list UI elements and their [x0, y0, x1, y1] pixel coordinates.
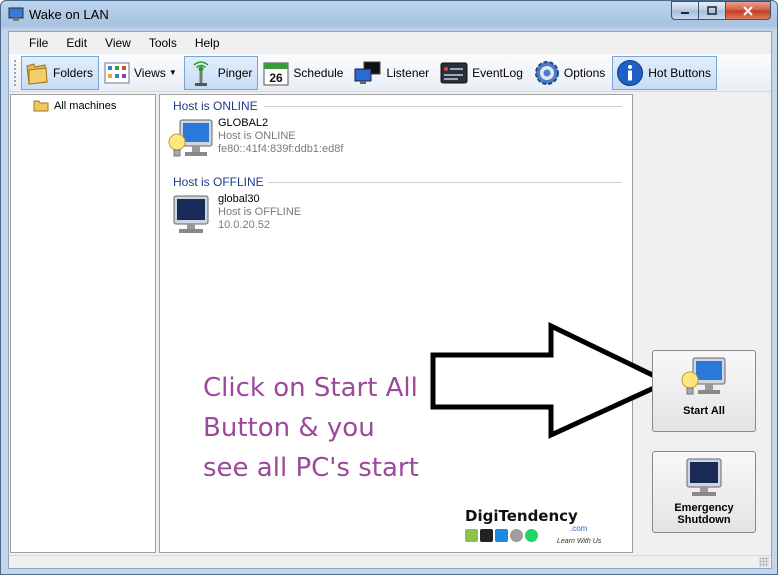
host-name: global30	[218, 193, 260, 205]
windows-icon	[495, 529, 508, 542]
calendar-day: 26	[270, 71, 284, 85]
hot-buttons-button[interactable]: Hot Buttons	[612, 55, 717, 90]
resize-grip[interactable]	[759, 557, 769, 567]
folders-icon	[26, 62, 48, 85]
menu-view[interactable]: View	[97, 32, 141, 54]
emergency-shutdown-button[interactable]: Emergency Shutdown	[652, 451, 756, 533]
pinger-button[interactable]: Pinger	[183, 55, 259, 90]
emergency-label-line1: Emergency	[674, 502, 734, 514]
eventlog-label: EventLog	[472, 65, 523, 80]
group-divider	[264, 106, 622, 107]
views-icon	[104, 62, 130, 83]
pinger-label: Pinger	[217, 65, 253, 80]
folder-icon	[33, 100, 49, 112]
minimize-icon	[681, 11, 689, 14]
log-icon	[440, 62, 468, 83]
platform-icons	[465, 529, 538, 542]
maximize-icon	[707, 5, 717, 15]
schedule-button[interactable]: 26 Schedule	[259, 56, 349, 90]
gear-icon	[534, 60, 559, 85]
host-item-global2[interactable]: GLOBAL2 Host is ONLINE fe80::41f4:839f:d…	[166, 117, 343, 167]
host-status: Host is ONLINE	[218, 130, 296, 142]
monitor-icon	[354, 61, 381, 84]
computer-wake-icon	[681, 357, 726, 395]
listener-button[interactable]: Listener	[350, 56, 435, 90]
host-address: fe80::41f4:839f:ddb1:ed8f	[218, 143, 344, 155]
views-button[interactable]: Views ▼	[100, 56, 183, 90]
brand-domain: .com	[570, 524, 588, 533]
chevron-down-icon: ▼	[168, 68, 177, 77]
instruction-annotation: Click on Start All Button & you see all …	[203, 368, 419, 488]
calendar-icon: 26	[263, 62, 289, 85]
toolbar-grip[interactable]	[13, 58, 17, 87]
folders-button[interactable]: Folders	[21, 55, 100, 90]
computer-online-icon	[168, 119, 213, 157]
window-title: Wake on LAN	[29, 7, 109, 22]
views-label: Views	[134, 65, 166, 80]
brand-watermark: DigiTendency .com Learn With Us	[460, 504, 620, 550]
annotation-line-2: Button & you	[203, 413, 375, 443]
linux-icon	[480, 529, 493, 542]
close-button[interactable]	[725, 1, 771, 20]
info-icon	[617, 59, 644, 86]
menu-tools[interactable]: Tools	[141, 32, 187, 54]
computer-offline-icon	[173, 195, 209, 233]
menu-help[interactable]: Help	[187, 32, 230, 54]
start-all-label: Start All	[683, 405, 725, 417]
menu-bar: File Edit View Tools Help	[9, 32, 771, 54]
computer-shutdown-icon	[686, 458, 722, 496]
hot-buttons-label: Hot Buttons	[648, 65, 711, 80]
brand-name: DigiTendency	[465, 507, 578, 525]
start-all-button[interactable]: Start All	[652, 350, 756, 432]
tree-item-all-machines[interactable]: All machines	[33, 99, 116, 112]
status-bar	[9, 555, 771, 568]
close-icon	[743, 5, 753, 16]
android-icon	[465, 529, 478, 542]
listener-label: Listener	[386, 65, 430, 80]
app-icon	[8, 7, 24, 21]
host-status: Host is OFFLINE	[218, 206, 302, 218]
tree-item-label: All machines	[54, 99, 117, 112]
host-address: 10.0.20.52	[218, 219, 270, 231]
folder-tree[interactable]: All machines	[10, 94, 156, 553]
client-area: File Edit View Tools Help Folders Views …	[8, 31, 772, 569]
minimize-button[interactable]	[671, 1, 698, 20]
options-button[interactable]: Options	[530, 56, 611, 90]
toolbar: Folders Views ▼ Pinger 26 Schedule Liste…	[9, 54, 771, 92]
title-bar: Wake on LAN	[1, 1, 777, 29]
options-label: Options	[563, 65, 606, 80]
group-divider	[268, 182, 622, 183]
group-header-online: Host is ONLINE	[173, 99, 258, 113]
schedule-label: Schedule	[293, 65, 344, 80]
whatsapp-icon	[525, 529, 538, 542]
brand-tagline: Learn With Us	[557, 538, 602, 545]
annotation-line-1: Click on Start All	[203, 373, 418, 403]
apple-icon	[510, 529, 523, 542]
menu-file[interactable]: File	[21, 32, 58, 54]
app-window: Wake on LAN File Edit View Tools Help Fo…	[0, 0, 778, 575]
host-name: GLOBAL2	[218, 117, 269, 129]
folders-label: Folders	[53, 65, 94, 80]
antenna-icon	[193, 60, 209, 86]
eventlog-button[interactable]: EventLog	[436, 56, 529, 90]
group-header-offline: Host is OFFLINE	[173, 175, 264, 189]
menu-edit[interactable]: Edit	[58, 32, 97, 54]
emergency-label-line2: Shutdown	[677, 514, 731, 526]
annotation-line-3: see all PC's start	[203, 453, 419, 483]
maximize-button[interactable]	[698, 1, 725, 20]
host-item-global30[interactable]: global30 Host is OFFLINE 10.0.20.52	[166, 193, 301, 243]
